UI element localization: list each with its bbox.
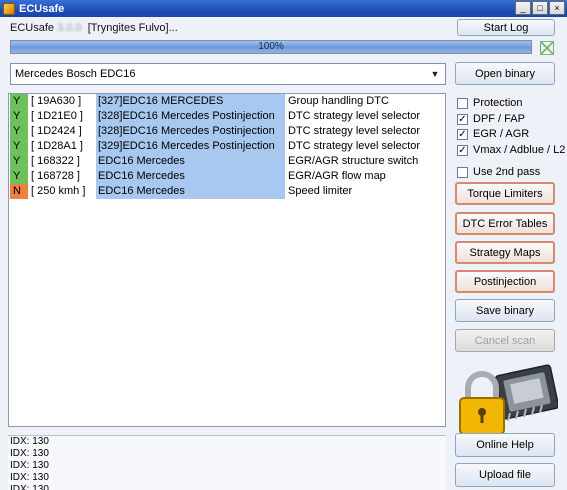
postinjection-button[interactable]: Postinjection <box>455 270 555 293</box>
close-button[interactable]: × <box>549 1 565 15</box>
option-label: Protection <box>473 97 523 109</box>
description-cell: Speed limiter <box>288 185 353 197</box>
padlock-chip-icon <box>459 364 558 435</box>
user-name: [Tryngites Fulvo]... <box>87 22 178 34</box>
map-name-cell: [328]EDC16 Mercedes Postinjection <box>96 124 285 139</box>
status-badge: Y <box>10 139 28 154</box>
ecu-select-value: Mercedes Bosch EDC16 <box>15 68 136 80</box>
progress-bar: 100% <box>10 40 532 54</box>
log-line: IDX: 130 <box>10 448 49 459</box>
log-line: IDX: 130 <box>10 472 49 483</box>
description-cell: DTC strategy level selector <box>288 125 421 137</box>
checkbox-icon[interactable] <box>457 166 468 178</box>
description-cell: DTC strategy level selector <box>288 140 421 152</box>
description-cell: Group handling DTC <box>288 95 389 107</box>
app-icon <box>3 2 15 15</box>
option-checkbox[interactable]: ✓ DPF / FAP <box>457 112 525 126</box>
map-name-cell: [328]EDC16 Mercedes Postinjection <box>96 109 285 124</box>
app-name: ECUsafe <box>10 22 55 34</box>
address-cell: [ 250 kmh ] <box>31 185 86 197</box>
table-row[interactable]: Y[ 1D2424 ] [328]EDC16 Mercedes Postinjec… <box>9 124 445 139</box>
title-bar: ECUsafe _ □ × <box>0 0 567 17</box>
cancel-scan-button: Cancel scan <box>455 329 555 352</box>
status-badge: Y <box>10 154 28 169</box>
ecu-select[interactable]: Mercedes Bosch EDC16 ▼ <box>10 63 446 85</box>
dtc-error-tables-button[interactable]: DTC Error Tables <box>455 212 555 235</box>
address-cell: [ 168728 ] <box>31 170 80 182</box>
status-badge: Y <box>10 94 28 109</box>
description-cell: EGR/AGR flow map <box>288 170 386 182</box>
results-list[interactable]: Y[ 19A630 ] [327]EDC16 MERCEDES Group hand… <box>8 93 446 427</box>
minimize-button[interactable]: _ <box>515 1 531 15</box>
address-cell: [ 168322 ] <box>31 155 80 167</box>
main-panel: ECUsafe 3.0.0 [Tryngites Fulvo]... Start… <box>0 17 567 490</box>
option-label: Use 2nd pass <box>473 166 541 178</box>
log-line: IDX: 130 <box>10 460 49 471</box>
table-row[interactable]: N[ 250 kmh ] EDC16 Mercedes Speed limiter <box>9 184 445 199</box>
start-log-button[interactable]: Start Log <box>457 19 555 36</box>
checkmark-icon[interactable]: ✓ <box>457 128 468 140</box>
option-checkbox[interactable]: Use 2nd pass <box>457 165 540 179</box>
address-cell: [ 1D28A1 ] <box>31 140 83 152</box>
table-row[interactable]: Y[ 1D21E0 ] [328]EDC16 Mercedes Postinjec… <box>9 109 445 124</box>
map-name-cell: [329]EDC16 Mercedes Postinjection <box>96 139 285 154</box>
checkmark-icon[interactable]: ✓ <box>457 113 468 125</box>
status-badge: Y <box>10 124 28 139</box>
progress-text: 100% <box>258 41 284 52</box>
header-info: ECUsafe 3.0.0 [Tryngites Fulvo]... <box>10 22 178 34</box>
table-row[interactable]: Y[ 168728 ] EDC16 Mercedes EGR/AGR flow ma… <box>9 169 445 184</box>
option-checkbox[interactable]: ✓ Vmax / Adblue / L2 <box>457 143 565 157</box>
torque-limiters-button[interactable]: Torque Limiters <box>455 182 555 205</box>
description-cell: EGR/AGR structure switch <box>288 155 419 167</box>
table-row[interactable]: Y[ 168322 ] EDC16 Mercedes EGR/AGR structu… <box>9 154 445 169</box>
option-checkbox[interactable]: Protection <box>457 96 523 110</box>
option-label: Vmax / Adblue / L2 <box>473 144 566 156</box>
save-binary-button[interactable]: Save binary <box>455 299 555 322</box>
address-cell: [ 1D2424 ] <box>31 125 82 137</box>
table-row[interactable]: Y[ 1D28A1 ] [329]EDC16 Mercedes Postinjec… <box>9 139 445 154</box>
window-controls: _ □ × <box>515 1 565 15</box>
option-label: EGR / AGR <box>473 128 530 140</box>
chevron-down-icon[interactable]: ▼ <box>425 64 445 84</box>
open-binary-button[interactable]: Open binary <box>455 62 555 85</box>
checkmark-icon[interactable]: ✓ <box>457 144 468 156</box>
log-line: IDX: 130 <box>10 484 49 490</box>
status-badge: Y <box>10 169 28 184</box>
checkbox-icon[interactable] <box>457 97 468 109</box>
app-version: 3.0.0 <box>57 22 82 34</box>
map-name-cell: [327]EDC16 MERCEDES <box>96 94 285 109</box>
online-help-button[interactable]: Online Help <box>455 433 555 457</box>
option-label: DPF / FAP <box>473 113 525 125</box>
map-name-cell: EDC16 Mercedes <box>96 184 285 199</box>
option-checkbox[interactable]: ✓ EGR / AGR <box>457 127 529 141</box>
map-name-cell: EDC16 Mercedes <box>96 154 285 169</box>
table-row[interactable]: Y[ 19A630 ] [327]EDC16 MERCEDES Group hand… <box>9 94 445 109</box>
maximize-button[interactable]: □ <box>532 1 548 15</box>
status-grid-icon <box>540 41 554 55</box>
map-name-cell: EDC16 Mercedes <box>96 169 285 184</box>
upload-file-button[interactable]: Upload file <box>455 463 555 487</box>
log-line: IDX: 130 <box>10 436 49 447</box>
status-badge: N <box>10 184 28 199</box>
status-badge: Y <box>10 109 28 124</box>
address-cell: [ 1D21E0 ] <box>31 110 83 122</box>
description-cell: DTC strategy level selector <box>288 110 421 122</box>
strategy-maps-button[interactable]: Strategy Maps <box>455 241 555 264</box>
log-output[interactable]: IDX: 130 IDX: 130 IDX: 130 IDX: 130 IDX: 130 <box>8 435 446 490</box>
address-cell: [ 19A630 ] <box>31 95 82 107</box>
window-title: ECUsafe <box>19 2 65 15</box>
